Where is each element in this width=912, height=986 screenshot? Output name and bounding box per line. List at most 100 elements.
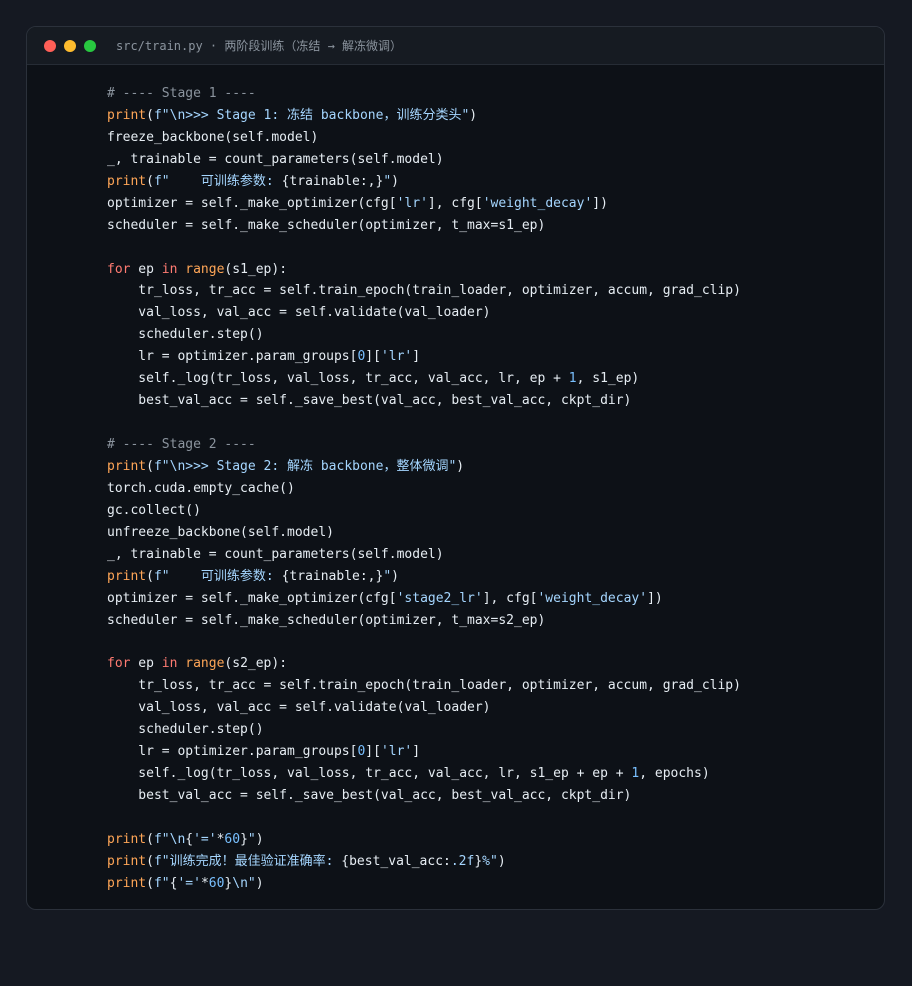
code-token-plain: }: [474, 853, 483, 869]
code-token-string: f": [153, 875, 170, 891]
code-line: for ep in range(s2_ep):: [107, 653, 741, 675]
code-token-plain: ): [255, 875, 264, 891]
code-token-plain: (: [146, 107, 154, 123]
code-token-plain: ep: [130, 656, 162, 672]
code-token-string: ": [383, 568, 392, 584]
code-token-plain: _, trainable = count_parameters(self.mod…: [107, 546, 444, 562]
code-token-string: f" 可训练参数:: [153, 568, 282, 584]
code-token-plain: (s1_ep):: [224, 261, 288, 277]
code-token-string: f"\n>>> Stage 2: 解冻 backbone，整体微调": [153, 458, 457, 474]
code-token-plain: optimizer = self._make_optimizer(cfg[: [107, 590, 397, 606]
code-block[interactable]: # ---- Stage 1 ---- print(f"\n>>> Stage 1…: [107, 83, 741, 895]
code-line: freeze_backbone(self.model): [107, 127, 741, 149]
code-token-plain: scheduler = self._make_scheduler(optimiz…: [107, 217, 546, 233]
code-token-plain: lr = optimizer.param_groups[: [107, 349, 358, 365]
code-token-plain: {: [185, 831, 194, 847]
code-token-plain: {best_val_acc:: [341, 853, 451, 869]
code-token-plain: self._log(tr_loss, val_loss, tr_acc, val…: [107, 766, 632, 782]
code-token-number: 60: [208, 875, 225, 891]
code-token-plain: ]: [412, 349, 421, 365]
code-line: print(f"训练完成！最佳验证准确率: {best_val_acc:.2f}…: [107, 851, 741, 873]
code-line: scheduler.step(): [107, 719, 741, 741]
code-token-plain: ], cfg[: [427, 195, 483, 211]
code-token-plain: optimizer = self._make_optimizer(cfg[: [107, 195, 397, 211]
code-token-plain: ): [469, 107, 478, 123]
code-token-plain: scheduler = self._make_scheduler(optimiz…: [107, 612, 546, 628]
code-line: unfreeze_backbone(self.model): [107, 522, 741, 544]
code-line: torch.cuda.empty_cache(): [107, 478, 741, 500]
code-token-string: '=': [177, 875, 201, 891]
code-token-builtin: range: [185, 656, 225, 672]
code-token-comment: # ---- Stage 2 ----: [107, 437, 256, 452]
code-token-plain: tr_loss, tr_acc = self.train_epoch(train…: [107, 678, 741, 694]
code-token-plain: scheduler.step(): [107, 722, 264, 738]
code-line: print(f"{'='*60}\n"): [107, 873, 741, 895]
code-line: self._log(tr_loss, val_loss, tr_acc, val…: [107, 763, 741, 785]
code-line: print(f"\n>>> Stage 1: 冻结 backbone，训练分类头…: [107, 105, 741, 127]
code-token-plain: ][: [365, 744, 381, 760]
code-line: best_val_acc = self._save_best(val_acc, …: [107, 390, 741, 412]
code-line: # ---- Stage 2 ----: [107, 434, 741, 456]
code-token-plain: , epochs): [639, 766, 710, 782]
code-line: optimizer = self._make_optimizer(cfg['st…: [107, 588, 741, 610]
code-token-plain: scheduler.step(): [107, 327, 264, 343]
code-token-plain: }: [240, 831, 248, 847]
code-token-plain: ep: [130, 261, 162, 277]
code-token-plain: torch.cuda.empty_cache(): [107, 480, 295, 496]
code-token-string: 'weight_decay': [482, 195, 593, 211]
code-token-plain: ): [255, 831, 264, 847]
code-token-string: 'lr': [396, 195, 428, 211]
code-token-plain: best_val_acc = self._save_best(val_acc, …: [107, 393, 632, 409]
code-token-builtin: print: [107, 853, 147, 869]
code-token-keyword: for: [107, 261, 131, 277]
code-token-plain: (: [146, 173, 154, 189]
code-token-string: ": [247, 831, 256, 847]
close-dot[interactable]: [44, 39, 56, 52]
code-token-plain: , s1_ep): [576, 371, 640, 387]
code-line: lr = optimizer.param_groups[0]['lr']: [107, 741, 741, 763]
code-line: scheduler = self._make_scheduler(optimiz…: [107, 215, 741, 237]
code-line: tr_loss, tr_acc = self.train_epoch(train…: [107, 675, 741, 697]
code-token-plain: _, trainable = count_parameters(self.mod…: [107, 151, 444, 167]
code-line: optimizer = self._make_optimizer(cfg['lr…: [107, 193, 741, 215]
code-token-plain: gc.collect(): [107, 502, 201, 518]
code-line: print(f" 可训练参数: {trainable:,}"): [107, 171, 741, 193]
code-token-plain: ]): [647, 590, 663, 606]
code-line: gc.collect(): [107, 500, 741, 522]
code-token-plain: freeze_backbone(self.model): [107, 129, 319, 145]
code-token-plain: ]: [412, 744, 421, 760]
code-token-plain: ): [391, 568, 399, 584]
code-token-string: 'lr': [380, 349, 413, 365]
code-token-builtin: print: [107, 107, 147, 123]
code-line: # ---- Stage 1 ----: [107, 83, 741, 105]
code-token-plain: {trainable:,}: [281, 568, 384, 584]
code-token-keyword: in: [161, 656, 178, 672]
code-token-builtin: print: [107, 568, 147, 584]
code-token-string: .2f: [450, 853, 475, 869]
code-token-builtin: range: [185, 261, 225, 277]
code-token-number: 1: [568, 371, 577, 387]
code-token-plain: ], cfg[: [482, 590, 538, 606]
code-token-string: \n": [232, 875, 256, 891]
code-token-plain: ][: [365, 349, 381, 365]
code-line: lr = optimizer.param_groups[0]['lr']: [107, 346, 741, 368]
code-line: print(f"\n>>> Stage 2: 解冻 backbone，整体微调"…: [107, 456, 741, 478]
code-token-keyword: for: [107, 656, 131, 672]
code-token-string: f"\n: [153, 831, 186, 847]
code-token-plain: *: [200, 875, 209, 891]
code-token-plain: tr_loss, tr_acc = self.train_epoch(train…: [107, 283, 741, 299]
code-line: scheduler.step(): [107, 324, 741, 346]
code-token-plain: val_loss, val_acc = self.validate(val_lo…: [107, 305, 491, 321]
code-token-plain: val_loss, val_acc = self.validate(val_lo…: [107, 700, 491, 716]
code-line: print(f" 可训练参数: {trainable:,}"): [107, 566, 741, 588]
code-token-plain: lr = optimizer.param_groups[: [107, 744, 358, 760]
code-line: _, trainable = count_parameters(self.mod…: [107, 149, 741, 171]
code-token-plain: best_val_acc = self._save_best(val_acc, …: [107, 788, 632, 803]
code-line: for ep in range(s1_ep):: [107, 259, 741, 281]
maximize-dot[interactable]: [84, 39, 96, 52]
minimize-dot[interactable]: [64, 39, 76, 52]
code-token-plain: (: [146, 831, 154, 847]
